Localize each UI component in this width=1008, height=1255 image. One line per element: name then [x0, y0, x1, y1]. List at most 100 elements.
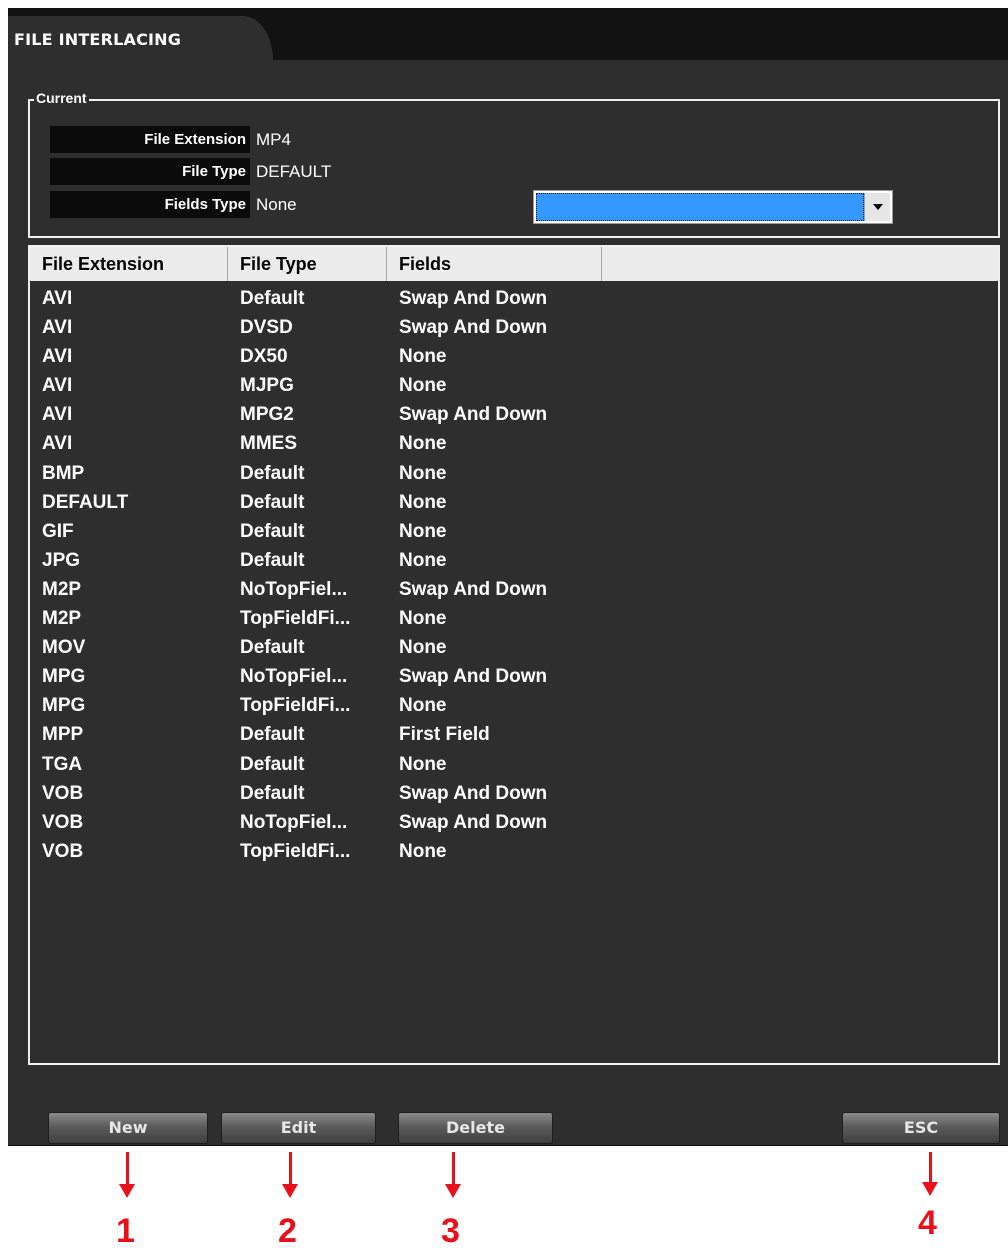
column-header-file-extension[interactable]: File Extension — [30, 247, 228, 281]
list-row[interactable]: AVI MMES None — [30, 429, 998, 458]
cell-file-extension: AVI — [42, 404, 73, 426]
list-row[interactable]: DEFAULT Default None — [30, 488, 998, 517]
fields-type-row: Fields Type None — [50, 191, 470, 218]
cell-file-type: MJPG — [240, 375, 294, 397]
cell-file-extension: AVI — [42, 346, 73, 368]
cell-file-extension: MPG — [42, 695, 86, 717]
list-row[interactable]: AVI Default Swap And Down — [30, 284, 998, 313]
cell-file-extension: M2P — [42, 608, 82, 630]
cell-fields: None — [399, 840, 447, 862]
cell-file-type: NoTopFiel... — [240, 811, 348, 833]
cell-file-extension: MPG — [42, 666, 86, 688]
cell-fields: None — [399, 549, 447, 571]
cell-file-type: DX50 — [240, 346, 288, 368]
file-extension-value: MP4 — [256, 130, 291, 149]
cell-file-type: Default — [240, 520, 305, 542]
cell-file-extension: JPG — [42, 549, 81, 571]
column-header-fields[interactable]: Fields — [387, 247, 602, 281]
cell-file-extension: AVI — [42, 433, 73, 455]
cell-file-extension: AVI — [42, 317, 73, 339]
arrow-down-icon — [922, 1182, 938, 1196]
fields-type-value: None — [256, 195, 297, 214]
cell-file-type: NoTopFiel... — [240, 666, 348, 688]
list-row[interactable]: M2P TopFieldFi... None — [30, 604, 998, 633]
list-row[interactable]: JPG Default None — [30, 546, 998, 575]
cell-fields: Swap And Down — [399, 811, 548, 833]
list-row[interactable]: VOB Default Swap And Down — [30, 779, 998, 808]
list-row[interactable]: AVI MPG2 Swap And Down — [30, 400, 998, 429]
cell-fields: None — [399, 520, 447, 542]
arrow-down-icon — [282, 1184, 298, 1198]
cell-file-type: Default — [240, 288, 305, 309]
cell-file-type: Default — [240, 753, 305, 775]
cell-fields: Swap And Down — [399, 288, 548, 309]
list-row[interactable]: BMP Default None — [30, 459, 998, 488]
cell-file-extension: DEFAULT — [42, 491, 129, 513]
delete-button[interactable]: Delete — [398, 1112, 553, 1144]
cell-file-extension: MPP — [42, 724, 84, 746]
chevron-down-icon[interactable] — [864, 193, 890, 221]
new-button[interactable]: New — [48, 1112, 208, 1144]
annotation-arrow-4 — [929, 1152, 932, 1184]
cell-fields: None — [399, 462, 447, 484]
cell-file-type: Default — [240, 782, 305, 804]
list-row[interactable]: MPG NoTopFiel... Swap And Down — [30, 662, 998, 691]
annotation-label-3: 3 — [441, 1212, 460, 1250]
cell-fields: Swap And Down — [399, 404, 548, 426]
edit-button[interactable]: Edit — [221, 1112, 376, 1144]
cell-file-type: TopFieldFi... — [240, 695, 351, 717]
list-row[interactable]: M2P NoTopFiel... Swap And Down — [30, 575, 998, 604]
file-type-row: File Type DEFAULT — [50, 158, 470, 185]
cell-file-extension: M2P — [42, 578, 82, 600]
list-row[interactable]: MPP Default First Field — [30, 720, 998, 749]
cell-file-type: TopFieldFi... — [240, 608, 351, 630]
annotation-label-1: 1 — [116, 1212, 135, 1250]
cell-fields: First Field — [399, 724, 490, 746]
dropdown-selected-value[interactable] — [536, 193, 864, 221]
annotation-arrow-3 — [452, 1152, 455, 1186]
list-row[interactable]: AVI MJPG None — [30, 371, 998, 400]
cell-fields: Swap And Down — [399, 782, 548, 804]
arrow-down-icon — [445, 1184, 461, 1198]
esc-button[interactable]: ESC — [842, 1112, 1000, 1144]
cell-file-extension: VOB — [42, 840, 84, 862]
cell-file-extension: BMP — [42, 462, 85, 484]
fields-type-label: Fields Type — [50, 191, 250, 218]
annotation-label-2: 2 — [278, 1212, 297, 1250]
file-extension-row: File Extension MP4 — [50, 126, 470, 153]
list-row[interactable]: TGA Default None — [30, 750, 998, 779]
cell-file-extension: TGA — [42, 753, 83, 775]
list-row[interactable]: VOB TopFieldFi... None — [30, 837, 998, 866]
cell-file-type: MPG2 — [240, 404, 294, 426]
fields-type-dropdown[interactable] — [533, 190, 893, 224]
cell-file-extension: VOB — [42, 811, 84, 833]
list-row[interactable]: AVI DX50 None — [30, 342, 998, 371]
file-extension-label: File Extension — [50, 126, 250, 153]
cell-fields: Swap And Down — [399, 578, 548, 600]
current-group: Current File Extension MP4 File Type DEF… — [28, 90, 1000, 238]
annotation-arrow-1 — [126, 1152, 129, 1186]
cell-file-extension: AVI — [42, 288, 73, 309]
cell-fields: None — [399, 695, 447, 717]
cell-fields: Swap And Down — [399, 666, 548, 688]
cell-file-type: NoTopFiel... — [240, 578, 348, 600]
cell-file-type: Default — [240, 724, 305, 746]
cell-file-extension: VOB — [42, 782, 84, 804]
cell-fields: None — [399, 608, 447, 630]
current-legend: Current — [34, 90, 89, 106]
cell-file-type: Default — [240, 491, 305, 513]
column-header-empty — [602, 247, 998, 281]
title-tab: FILE INTERLACING — [8, 16, 273, 60]
list-row[interactable]: MPG TopFieldFi... None — [30, 691, 998, 720]
list-row[interactable]: VOB NoTopFiel... Swap And Down — [30, 808, 998, 837]
cell-fields: Swap And Down — [399, 317, 548, 339]
list-row[interactable]: MOV Default None — [30, 633, 998, 662]
column-header-file-type[interactable]: File Type — [228, 247, 387, 281]
interlacing-list[interactable]: File Extension File Type Fields AVI Defau… — [28, 245, 1000, 1065]
list-row[interactable]: AVI DVSD Swap And Down — [30, 313, 998, 342]
cell-fields: None — [399, 346, 447, 368]
list-row[interactable]: GIF Default None — [30, 517, 998, 546]
cell-fields: None — [399, 375, 447, 397]
cell-fields: None — [399, 433, 447, 455]
file-type-label: File Type — [50, 158, 250, 185]
